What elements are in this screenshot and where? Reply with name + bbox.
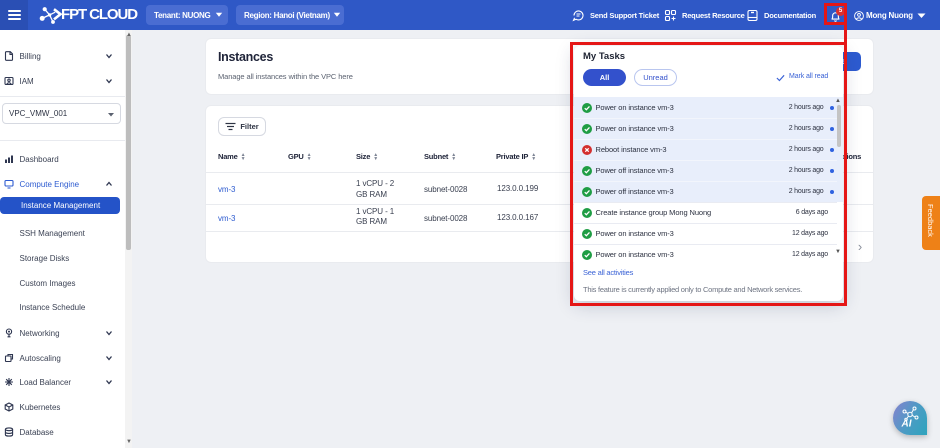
svg-text:AI: AI bbox=[901, 419, 912, 430]
